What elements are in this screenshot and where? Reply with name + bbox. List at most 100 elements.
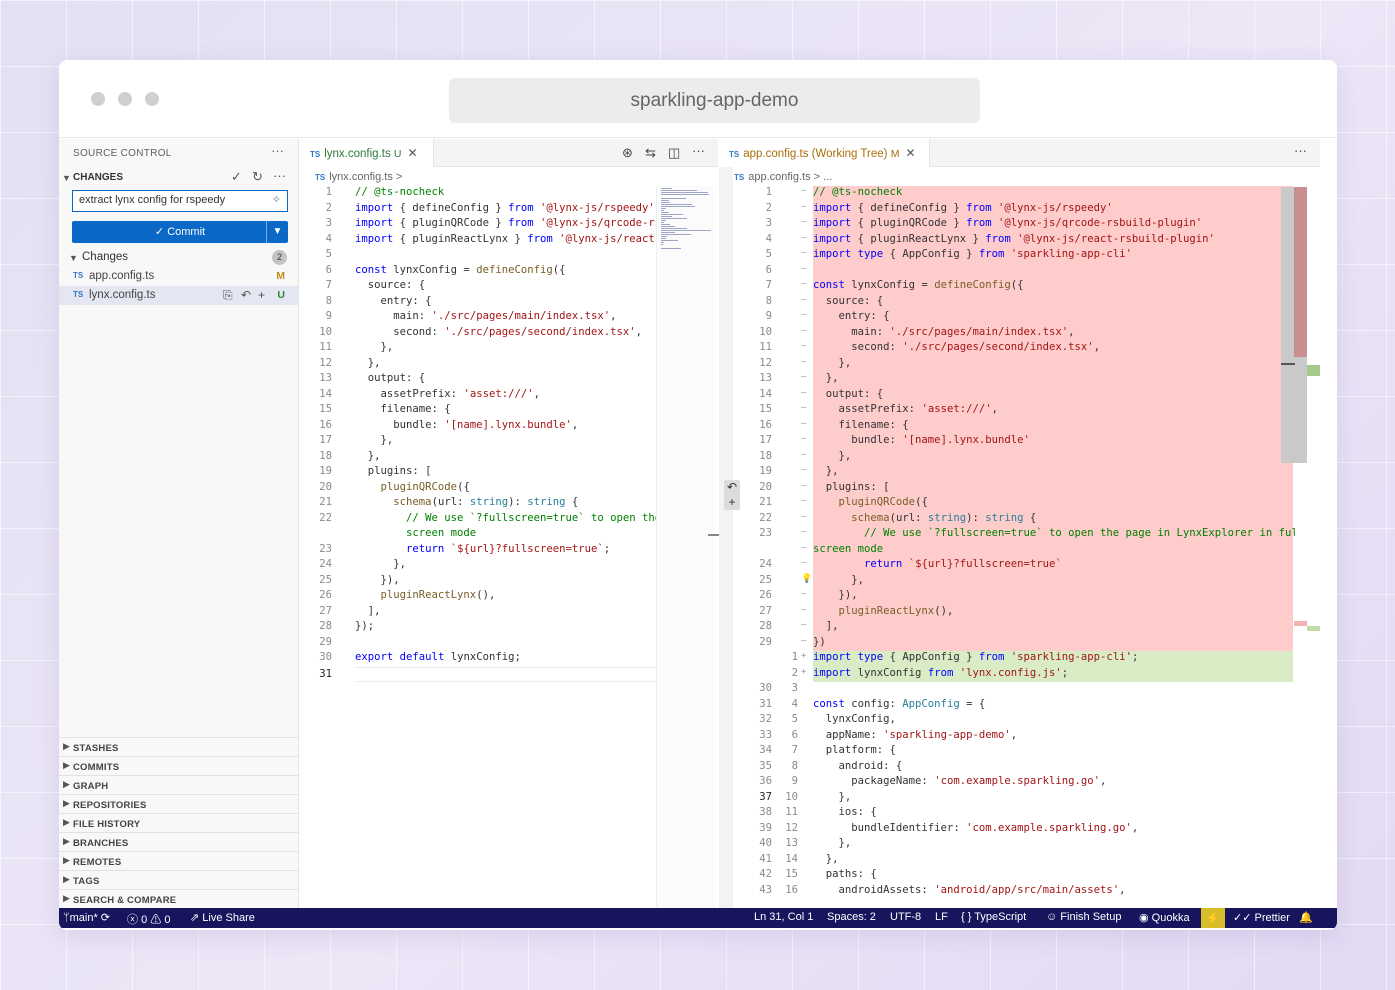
sidebar-more-icon[interactable]: ··· <box>271 143 284 158</box>
quokka-button[interactable]: ◉ Quokka <box>1139 911 1190 924</box>
cursor-position[interactable]: Ln 31, Col 1 <box>754 911 813 923</box>
section-tags[interactable]: ▶ TAGS <box>59 870 299 889</box>
code-text: }, <box>355 558 406 570</box>
minimap-line <box>661 222 664 223</box>
warning-count: 0 <box>164 914 171 926</box>
section-repositories[interactable]: ▶ REPOSITORIES <box>59 794 299 813</box>
line-number: 29 <box>319 635 332 648</box>
diff-line-bg <box>813 294 1293 310</box>
discard-changes-icon[interactable]: ↶ <box>241 288 251 302</box>
code-token: config: <box>844 697 903 710</box>
commit-dropdown-chevron-icon[interactable]: ▼ <box>266 221 288 243</box>
branch-indicator[interactable]: ᛘmain* ⟳ <box>63 911 110 924</box>
code-token: (url: <box>889 511 928 524</box>
section-graph[interactable]: ▶ GRAPH <box>59 775 299 794</box>
diff-line-bg <box>813 682 1293 698</box>
original-line-number: 40 <box>759 837 772 849</box>
commit-button[interactable]: ✓ Commit ▼ <box>72 221 288 243</box>
minimap-line <box>661 204 692 205</box>
code-text: paths: { <box>813 868 877 880</box>
close-tab-icon[interactable]: ✕ <box>905 146 915 160</box>
minimap-line <box>661 192 708 193</box>
breadcrumb[interactable]: TS app.config.ts > ... <box>734 171 832 183</box>
changes-header[interactable]: ▼ CHANGES ✓ ↻ ··· <box>59 168 299 188</box>
stage-changes-icon[interactable]: + <box>258 288 265 302</box>
diff-overview-ruler[interactable] <box>1281 187 1320 631</box>
refresh-icon[interactable]: ↻ <box>252 169 263 185</box>
sparkle-icon[interactable]: ✧ <box>272 193 281 206</box>
file-item-app-config[interactable]: TS app.config.ts M <box>59 267 299 286</box>
code-token: second: <box>355 325 445 338</box>
minimap-line <box>661 194 709 195</box>
more-actions-icon[interactable]: ··· <box>273 168 286 183</box>
diff-code-area[interactable]: 1—// @ts-nocheck 2— import { defineConfig … <box>733 186 1295 908</box>
code-token: import <box>813 232 852 245</box>
section-stashes[interactable]: ▶ STASHES <box>59 737 299 756</box>
code-token: from <box>508 217 534 229</box>
tab-app-config-working-tree[interactable]: TS app.config.ts (Working Tree) M ✕ <box>719 139 930 167</box>
openai-icon[interactable]: ⊛ <box>622 145 633 161</box>
original-line-number: 19 <box>759 465 772 477</box>
line-number: 16 <box>319 418 332 431</box>
code-line: 11 }, <box>300 341 656 357</box>
chevron-right-icon: ▶ <box>63 779 70 789</box>
code-token: default <box>399 651 445 663</box>
minimap-line <box>661 224 670 225</box>
minimap[interactable] <box>656 186 716 908</box>
editor-lynx-config[interactable]: TS lynx.config.ts U ✕ ⊛ ⇆ ◫ ··· TS lynx.con… <box>300 139 718 908</box>
open-file-icon[interactable]: ⎘ <box>223 288 233 303</box>
encoding[interactable]: UTF-8 <box>890 911 921 923</box>
plug-warning-icon[interactable]: ⚡ <box>1201 908 1225 928</box>
split-editor-icon[interactable]: ◫ <box>668 145 680 161</box>
code-area[interactable]: 1 // @ts-nocheck 2 import { defineConfig } … <box>300 186 656 908</box>
live-share-button[interactable]: ⇗ Live Share <box>190 911 255 924</box>
notifications-bell-icon[interactable]: 🔔 <box>1299 911 1313 924</box>
editor-app-config-diff[interactable]: TS app.config.ts (Working Tree) M ✕ ··· TS… <box>719 139 1320 908</box>
close-tab-icon[interactable]: ✕ <box>408 146 418 160</box>
more-actions-icon[interactable]: ··· <box>1294 143 1307 158</box>
maximize-window-dot[interactable] <box>145 92 159 106</box>
editor1-tabbar: TS lynx.config.ts U ✕ ⊛ ⇆ ◫ ··· <box>300 139 718 167</box>
commit-check-icon[interactable]: ✓ <box>231 169 242 185</box>
code-line: 32 5 lynxConfig, <box>733 713 1295 729</box>
tab-lynx-config[interactable]: TS lynx.config.ts U ✕ <box>300 139 434 167</box>
minimize-window-dot[interactable] <box>118 92 132 106</box>
section-branches[interactable]: ▶ BRANCHES <box>59 832 299 851</box>
commit-message-input[interactable]: extract lynx config for rspeedy ✧ <box>72 190 288 212</box>
breadcrumb[interactable]: TS lynx.config.ts > <box>315 171 402 183</box>
end-of-line[interactable]: LF <box>935 911 948 923</box>
compare-changes-icon[interactable]: ⇆ <box>645 145 656 161</box>
section-search-compare[interactable]: ▶ SEARCH & COMPARE <box>59 889 299 908</box>
code-token: './src/pages/second/index.tsx' <box>444 325 636 338</box>
language-mode[interactable]: { } TypeScript <box>961 911 1026 923</box>
deleted-line: 28 — ], <box>733 620 1295 636</box>
code-token: }, <box>355 449 381 462</box>
diff-marker: — <box>801 620 807 630</box>
more-actions-icon[interactable]: ··· <box>692 143 705 158</box>
code-line: 6 const lynxConfig = defineConfig({ <box>300 264 656 280</box>
indentation[interactable]: Spaces: 2 <box>827 911 876 923</box>
minimap-line <box>661 198 686 199</box>
line-number: 2 <box>325 201 332 214</box>
changes-group[interactable]: ▼ Changes 2 <box>59 248 299 267</box>
close-window-dot[interactable] <box>91 92 105 106</box>
section-remotes[interactable]: ▶ REMOTES <box>59 851 299 870</box>
section-commits[interactable]: ▶ COMMITS <box>59 756 299 775</box>
code-text: appName: 'sparkling-app-demo', <box>813 729 1017 741</box>
code-line: 33 6 appName: 'sparkling-app-demo', <box>733 729 1295 745</box>
warning-icon: ⚠ <box>150 914 162 926</box>
file-item-lynx-config[interactable]: TS lynx.config.ts ⎘ ↶ + U <box>59 286 299 305</box>
section-file-history[interactable]: ▶ FILE HISTORY <box>59 813 299 832</box>
code-line: 24 }, <box>300 558 656 574</box>
deleted-line: 16 — filename: { <box>733 418 1295 434</box>
original-line-number: 34 <box>759 744 772 756</box>
problems-indicator[interactable]: ⓧ 0 ⚠ 0 <box>127 911 170 927</box>
finish-setup-button[interactable]: ☺ Finish Setup <box>1046 911 1121 923</box>
code-token: ({ <box>1010 279 1024 291</box>
prettier-button[interactable]: ✓✓ Prettier <box>1233 911 1290 924</box>
double-check-icon: ✓✓ <box>1233 912 1252 924</box>
code-token: 'sparkling-app-cli' <box>1010 651 1132 663</box>
code-token: schema <box>393 496 432 508</box>
code-text: pluginQRCode({ <box>813 496 928 508</box>
